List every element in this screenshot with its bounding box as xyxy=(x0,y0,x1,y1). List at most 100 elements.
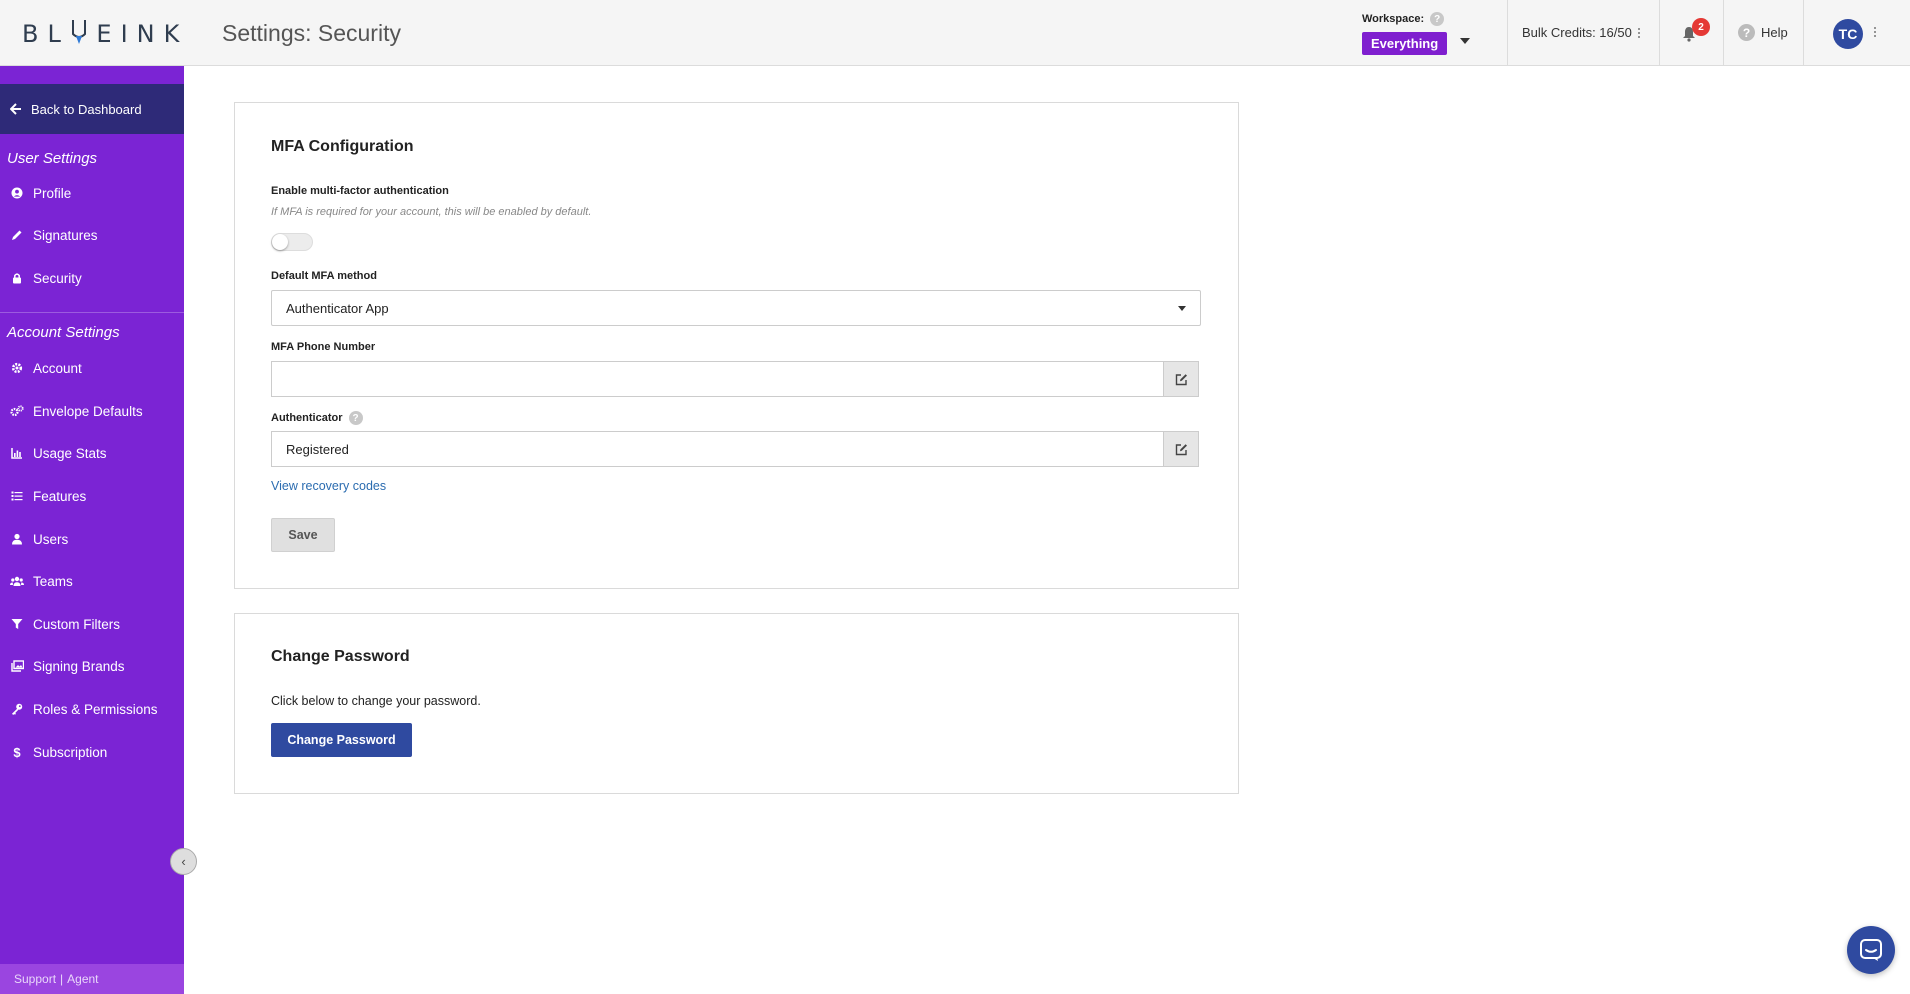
sidebar-item-subscription[interactable]: $ Subscription xyxy=(0,737,184,767)
authenticator-field[interactable]: Registered xyxy=(271,431,1163,467)
key-icon xyxy=(10,702,24,716)
mfa-configuration-card: MFA Configuration Enable multi-factor au… xyxy=(234,102,1239,589)
account-settings-heading: Account Settings xyxy=(7,324,120,341)
sidebar-item-custom-filters[interactable]: Custom Filters xyxy=(0,609,184,639)
divider xyxy=(1507,0,1508,66)
divider xyxy=(1723,0,1724,66)
sidebar-item-profile[interactable]: Profile xyxy=(0,178,184,208)
logo-text-right: EINK xyxy=(96,20,189,48)
sidebar-item-label: Usage Stats xyxy=(33,445,107,461)
sidebar-item-roles-permissions[interactable]: Roles & Permissions xyxy=(0,694,184,724)
sidebar: Back to Dashboard User Settings Profile … xyxy=(0,66,184,994)
sidebar-item-teams[interactable]: Teams xyxy=(0,566,184,596)
filter-icon xyxy=(10,617,24,631)
sidebar-item-features[interactable]: Features xyxy=(0,481,184,511)
back-label: Back to Dashboard xyxy=(31,101,142,117)
authenticator-help-icon[interactable]: ? xyxy=(348,411,363,425)
lock-icon xyxy=(10,271,24,285)
enable-mfa-hint: If MFA is required for your account, thi… xyxy=(271,206,592,218)
support-bar: Support | Agent xyxy=(0,964,184,994)
sidebar-item-users[interactable]: Users xyxy=(0,524,184,554)
user-icon xyxy=(10,532,24,546)
change-password-description: Click below to change your password. xyxy=(271,694,481,708)
sidebar-item-label: Signing Brands xyxy=(33,658,125,674)
sidebar-item-signatures[interactable]: Signatures xyxy=(0,220,184,250)
sidebar-item-label: Signatures xyxy=(33,227,98,243)
help-icon: ? xyxy=(1738,24,1755,41)
mfa-method-select[interactable]: Authenticator App xyxy=(271,290,1201,326)
workspace-dropdown-caret-icon[interactable] xyxy=(1460,38,1470,44)
chevron-down-icon xyxy=(1178,306,1186,311)
dollar-icon: $ xyxy=(13,744,21,760)
enable-mfa-label: Enable multi-factor authentication xyxy=(271,185,449,197)
edit-phone-button[interactable] xyxy=(1163,361,1199,397)
sidebar-item-account[interactable]: Account xyxy=(0,353,184,383)
support-separator: | xyxy=(60,972,64,986)
sidebar-item-label: Security xyxy=(33,270,82,286)
sidebar-item-label: Account xyxy=(33,360,82,376)
workspace-label-text: Workspace: xyxy=(1362,13,1425,25)
user-menu-kebab-icon[interactable] xyxy=(1874,27,1876,37)
logo-text-left: BL xyxy=(22,20,70,48)
list-icon xyxy=(10,489,24,503)
bulk-credits-text: Bulk Credits: 16/50 xyxy=(1522,25,1632,40)
enable-mfa-toggle[interactable] xyxy=(271,233,313,251)
save-button[interactable]: Save xyxy=(271,518,335,552)
workspace-help-icon[interactable]: ? xyxy=(1430,12,1445,26)
support-link[interactable]: Support xyxy=(14,972,56,986)
sidebar-item-signing-brands[interactable]: Signing Brands xyxy=(0,651,184,681)
sidebar-item-label: Subscription xyxy=(33,744,108,760)
gears-icon xyxy=(10,404,24,418)
avatar[interactable]: TC xyxy=(1833,19,1863,49)
mfa-phone-group xyxy=(271,361,1199,397)
mfa-card-title: MFA Configuration xyxy=(271,138,414,155)
chevron-left-icon: ‹ xyxy=(181,854,186,869)
top-bar: BL U EINK Settings: Security Workspace: … xyxy=(0,0,1910,66)
gear-icon xyxy=(10,361,24,375)
kebab-menu-icon[interactable] xyxy=(1637,27,1640,38)
images-icon xyxy=(10,659,24,673)
change-password-button[interactable]: Change Password xyxy=(271,723,412,757)
collapse-sidebar-button[interactable]: ‹ xyxy=(170,848,197,875)
edit-authenticator-button[interactable] xyxy=(1163,431,1199,467)
user-settings-heading: User Settings xyxy=(7,150,98,167)
sidebar-item-usage-stats[interactable]: Usage Stats xyxy=(0,438,184,468)
users-icon xyxy=(10,574,24,588)
blueink-logo[interactable]: BL U EINK xyxy=(22,18,188,50)
authenticator-group: Registered xyxy=(271,431,1199,467)
help-button[interactable]: ? Help xyxy=(1738,24,1788,41)
mfa-phone-label-text: MFA Phone Number xyxy=(271,341,376,353)
logo-u-mark: U xyxy=(70,20,97,48)
sidebar-item-label: Profile xyxy=(33,185,72,201)
notification-count-badge: 2 xyxy=(1692,18,1710,36)
mfa-phone-label: MFA Phone Number xyxy=(271,341,375,353)
sidebar-item-label: Users xyxy=(33,531,69,547)
sidebar-item-label: Envelope Defaults xyxy=(33,403,143,419)
edit-icon xyxy=(1175,443,1187,455)
workspace-label: Workspace: ? xyxy=(1362,12,1445,26)
help-label: Help xyxy=(1761,25,1788,40)
sidebar-item-label: Roles & Permissions xyxy=(33,701,158,717)
agent-link[interactable]: Agent xyxy=(67,972,98,986)
chat-launcher-button[interactable] xyxy=(1847,926,1895,974)
chat-icon xyxy=(1860,939,1882,961)
sidebar-item-label: Features xyxy=(33,488,87,504)
change-password-card: Change Password Click below to change yo… xyxy=(234,613,1239,794)
mfa-phone-field[interactable] xyxy=(271,361,1163,397)
sidebar-item-envelope-defaults[interactable]: Envelope Defaults xyxy=(0,396,184,426)
pen-nib-icon xyxy=(71,20,86,44)
sidebar-item-label: Teams xyxy=(33,573,73,589)
divider xyxy=(1803,0,1804,66)
mfa-method-value: Authenticator App xyxy=(286,300,389,316)
authenticator-label-text: Authenticator xyxy=(271,412,343,424)
workspace-selector[interactable]: Everything xyxy=(1362,32,1448,55)
page-title: Settings: Security xyxy=(222,20,401,46)
chart-icon xyxy=(10,446,24,460)
view-recovery-codes-link[interactable]: View recovery codes xyxy=(271,479,386,493)
bulk-credits[interactable]: Bulk Credits: 16/50 xyxy=(1522,25,1640,40)
mfa-method-label-text: Default MFA method xyxy=(271,270,377,282)
sidebar-item-security[interactable]: Security xyxy=(0,263,184,293)
back-to-dashboard-link[interactable]: Back to Dashboard xyxy=(0,84,184,134)
pencil-icon xyxy=(10,228,24,242)
arrow-left-icon xyxy=(10,103,21,115)
